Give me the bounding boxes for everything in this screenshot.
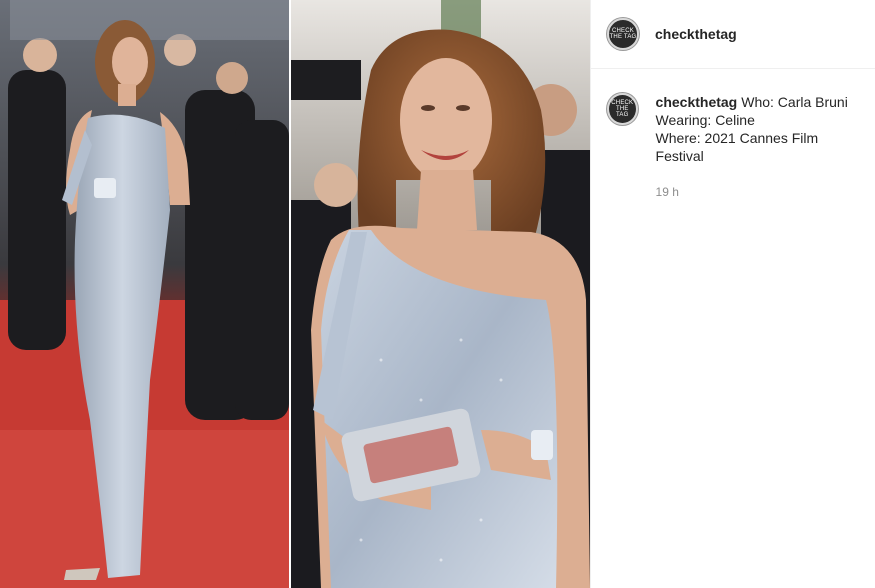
caption-username[interactable]: checkthetag	[656, 94, 738, 110]
caption-avatar-text: CHECK THE TAG	[611, 100, 634, 118]
post-timestamp[interactable]: 19 h	[656, 183, 859, 201]
profile-avatar[interactable]: CHECK THE TAG	[607, 18, 639, 50]
instagram-post: CHECK THE TAG checkthetag CHECK THE TAG …	[0, 0, 875, 588]
full-length-photo-illustration	[0, 0, 289, 588]
post-header: CHECK THE TAG checkthetag	[591, 0, 875, 69]
caption-avatar[interactable]: CHECK THE TAG	[607, 93, 638, 125]
post-sidebar: CHECK THE TAG checkthetag CHECK THE TAG …	[590, 0, 875, 588]
caption-text-wearing: Wearing: Celine	[655, 112, 755, 128]
caption-text-who: Who: Carla Bruni	[741, 94, 848, 110]
caption-body: checkthetag Who: Carla Bruni Wearing: Cel…	[656, 93, 859, 201]
caption-line-1: checkthetag Who: Carla Bruni	[656, 93, 859, 111]
post-media[interactable]	[0, 0, 590, 588]
right-photo	[291, 0, 590, 588]
caption-comment: CHECK THE TAG checkthetag Who: Carla Brun…	[591, 69, 875, 201]
close-up-photo-illustration	[291, 0, 590, 588]
caption-text-where: Where: 2021 Cannes Film Festival	[655, 130, 819, 164]
avatar-text: CHECK THE TAG	[609, 28, 637, 40]
left-photo	[0, 0, 289, 588]
header-username[interactable]: checkthetag	[655, 26, 737, 42]
